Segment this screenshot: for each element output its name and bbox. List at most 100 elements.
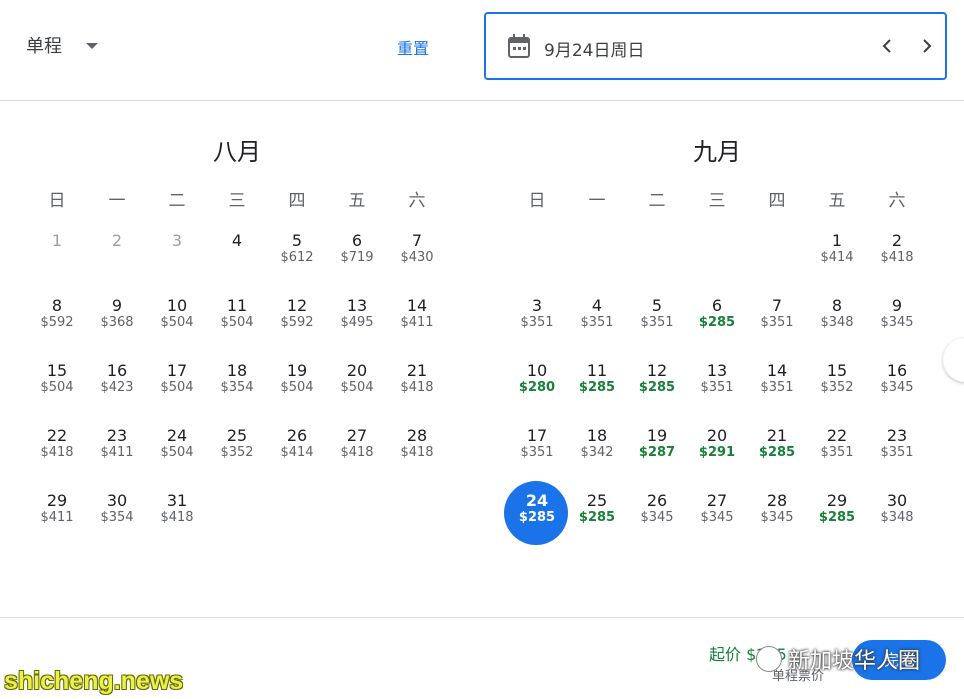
day-number: 24 (166, 426, 188, 445)
calendar-day[interactable]: 23 $351 (867, 421, 927, 481)
calendar-day[interactable]: 26 $414 (267, 421, 327, 481)
calendar-day[interactable]: 25 $352 (207, 421, 267, 481)
calendar-day[interactable]: 30 $354 (87, 486, 147, 546)
calendar-day[interactable]: 5 $612 (267, 226, 327, 286)
calendar-day[interactable]: 4 $351 (567, 291, 627, 351)
day-number: 17 (526, 426, 548, 445)
calendar-day[interactable]: 31 $418 (147, 486, 207, 546)
calendar-day[interactable]: 13 $495 (327, 291, 387, 351)
calendar-day[interactable]: 20 $291 (687, 421, 747, 481)
day-price: $495 (340, 315, 374, 330)
day-price: $345 (880, 315, 914, 330)
day-price: $504 (340, 380, 374, 395)
calendar-day[interactable]: 30 $348 (867, 486, 927, 546)
day-price: $352 (220, 445, 254, 460)
calendar-day[interactable]: 11 $504 (207, 291, 267, 351)
previous-date-button[interactable] (872, 30, 902, 62)
calendar-day[interactable]: 14 $411 (387, 291, 447, 351)
day-price: $592 (40, 315, 74, 330)
day-number: 9 (111, 296, 123, 315)
calendar-day[interactable]: 28 $345 (747, 486, 807, 546)
calendar-day[interactable]: 21 $418 (387, 356, 447, 416)
calendar-day[interactable]: 27 $418 (327, 421, 387, 481)
calendar-day[interactable]: 6 $285 (687, 291, 747, 351)
calendar-day[interactable]: 29 $285 (807, 486, 867, 546)
day-price: $280 (518, 380, 556, 395)
day-price: $342 (580, 445, 614, 460)
day-price: $504 (40, 380, 74, 395)
day-price: $411 (100, 445, 134, 460)
calendar-day[interactable]: 4 (207, 226, 267, 286)
calendar-day[interactable]: 21 $285 (747, 421, 807, 481)
scroll-next-month-button[interactable] (943, 338, 964, 382)
weekday-header: 五 (828, 191, 846, 211)
chevron-right-icon (923, 39, 932, 53)
calendar-day[interactable]: 26 $345 (627, 486, 687, 546)
calendar-day[interactable]: 9 $368 (87, 291, 147, 351)
day-price: $285 (518, 510, 556, 525)
calendar-day[interactable]: 10 $504 (147, 291, 207, 351)
calendar-day[interactable]: 12 $592 (267, 291, 327, 351)
calendar-day[interactable]: 15 $352 (807, 356, 867, 416)
calendar-day[interactable]: 7 $351 (747, 291, 807, 351)
day-number: 29 (46, 491, 68, 510)
day-number: 23 (886, 426, 908, 445)
calendar-day[interactable]: 12 $285 (627, 356, 687, 416)
day-number: 13 (346, 296, 368, 315)
calendar-day[interactable]: 22 $351 (807, 421, 867, 481)
calendar-day[interactable]: 17 $351 (507, 421, 567, 481)
day-price: $354 (220, 380, 254, 395)
day-price: $345 (700, 510, 734, 525)
calendar-day[interactable]: 5 $351 (627, 291, 687, 351)
weekday-header: 三 (708, 191, 726, 211)
calendar-day[interactable]: 19 $287 (627, 421, 687, 481)
trip-type-dropdown[interactable]: 单程 (26, 32, 98, 58)
calendar-day[interactable]: 10 $280 (507, 356, 567, 416)
month-title: 八月 (213, 138, 261, 166)
calendar-day[interactable]: 7 $430 (387, 226, 447, 286)
day-number: 25 (586, 491, 608, 510)
calendar-day[interactable]: 15 $504 (27, 356, 87, 416)
day-number: 18 (586, 426, 608, 445)
calendar-day[interactable]: 16 $423 (87, 356, 147, 416)
calendar-day[interactable]: 16 $345 (867, 356, 927, 416)
calendar-day[interactable]: 24 $504 (147, 421, 207, 481)
calendar-day[interactable]: 9 $345 (867, 291, 927, 351)
calendar-day[interactable]: 1 $414 (807, 226, 867, 286)
calendar-day[interactable]: 18 $342 (567, 421, 627, 481)
calendar-day[interactable]: 18 $354 (207, 356, 267, 416)
calendar-day[interactable]: 23 $411 (87, 421, 147, 481)
calendar-day[interactable]: 8 $348 (807, 291, 867, 351)
weekday-header: 六 (408, 191, 426, 211)
departure-date-field[interactable]: 9月24日周日 (484, 12, 947, 80)
calendar-day[interactable]: 27 $345 (687, 486, 747, 546)
calendar-day[interactable]: 11 $285 (567, 356, 627, 416)
calendar-day[interactable]: 3 $351 (507, 291, 567, 351)
calendar-day[interactable]: 2 $418 (867, 226, 927, 286)
calendar-day[interactable]: 25 $285 (567, 486, 627, 546)
calendar-day[interactable]: 28 $418 (387, 421, 447, 481)
calendar-day[interactable]: 13 $351 (687, 356, 747, 416)
day-price: $504 (280, 380, 314, 395)
day-price: $345 (760, 510, 794, 525)
day-price: $348 (880, 510, 914, 525)
calendar-day[interactable]: 19 $504 (267, 356, 327, 416)
calendar-day-selected[interactable]: 24 $285 (504, 481, 568, 546)
day-price: $351 (520, 315, 554, 330)
calendar-day[interactable]: 17 $504 (147, 356, 207, 416)
calendar-day[interactable]: 14 $351 (747, 356, 807, 416)
day-number: 14 (766, 361, 788, 380)
day-number: 22 (826, 426, 848, 445)
day-price: $351 (580, 315, 614, 330)
day-number: 25 (226, 426, 248, 445)
day-number: 12 (646, 361, 668, 380)
calendar-day[interactable]: 22 $418 (27, 421, 87, 481)
day-price: $414 (820, 250, 854, 265)
next-date-button[interactable] (912, 30, 942, 62)
calendar-day[interactable]: 20 $504 (327, 356, 387, 416)
day-price: $418 (400, 445, 434, 460)
calendar-day[interactable]: 8 $592 (27, 291, 87, 351)
calendar-day[interactable]: 6 $719 (327, 226, 387, 286)
reset-button[interactable]: 重置 (397, 35, 429, 59)
calendar-day[interactable]: 29 $411 (27, 486, 87, 546)
